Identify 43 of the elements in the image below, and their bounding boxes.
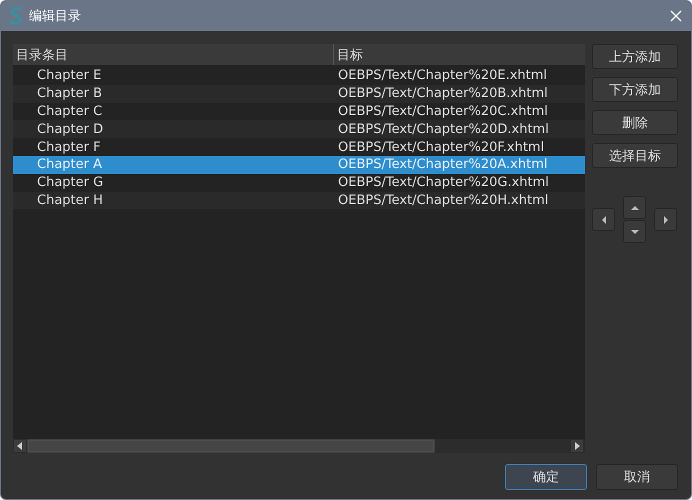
move-left-button[interactable]: [592, 208, 615, 231]
table-cell-text: Chapter D: [36, 122, 104, 137]
table-cell-text: OEBPS/Text/Chapter%20D.xhtml: [337, 122, 549, 137]
triangle-up-icon: [630, 204, 640, 212]
close-icon[interactable]: [669, 9, 683, 23]
table-row[interactable]: Chapter B OEBPS/Text/Chapter%20B.xhtml: [13, 84, 585, 103]
side-button[interactable]: 选择目标: [592, 143, 678, 168]
table-cell-text: Chapter C: [36, 104, 104, 119]
table-cell-text: Chapter H: [36, 192, 104, 208]
table-row[interactable]: Chapter C OEBPS/Text/Chapter%20C.xhtml: [13, 102, 585, 120]
table-cell-text: OEBPS/Text/Chapter%20C.xhtml: [337, 104, 548, 119]
side-button[interactable]: 上方添加: [592, 44, 678, 69]
table-cell-text: OEBPS/Text/Chapter%20G.xhtml: [337, 175, 549, 190]
table-cell-text: Chapter F: [36, 140, 102, 155]
table-row[interactable]: Chapter G OEBPS/Text/Chapter%20G.xhtml: [13, 174, 585, 192]
triangle-down-icon: [630, 228, 640, 236]
app-logo-icon: [9, 7, 23, 25]
column-header[interactable]: 目标: [334, 44, 585, 65]
table-row[interactable]: Chapter H OEBPS/Text/Chapter%20H.xhtml: [13, 192, 585, 210]
table-cell-text: OEBPS/Text/Chapter%20E.xhtml: [337, 68, 548, 84]
horizontal-scrollbar[interactable]: [13, 439, 585, 453]
side-button[interactable]: 删除: [592, 110, 678, 135]
table-row[interactable]: Chapter F OEBPS/Text/Chapter%20F.xhtml: [13, 138, 585, 156]
triangle-right-icon: [662, 214, 670, 224]
table-cell-text: Chapter A: [36, 157, 103, 172]
move-right-button[interactable]: [654, 208, 677, 231]
move-up-button[interactable]: [623, 196, 646, 219]
table-cell-text: OEBPS/Text/Chapter%20A.xhtml: [337, 157, 548, 172]
cancel-button[interactable]: 取消: [596, 464, 678, 490]
table-row[interactable]: Chapter D OEBPS/Text/Chapter%20D.xhtml: [13, 120, 585, 138]
side-button[interactable]: 下方添加: [592, 77, 678, 102]
table-cell-text: Chapter B: [36, 86, 104, 102]
table-cell-text: Chapter E: [36, 68, 102, 84]
column-header[interactable]: 目录条目: [13, 44, 334, 65]
ok-button[interactable]: 确定: [505, 464, 587, 490]
table-row[interactable]: Chapter E OEBPS/Text/Chapter%20E.xhtml: [13, 67, 585, 85]
table-cell-text: Chapter G: [36, 175, 104, 190]
table-cell-text: OEBPS/Text/Chapter%20H.xhtml: [337, 192, 548, 208]
window-title: 编辑目录: [29, 8, 82, 25]
table-cell-text: OEBPS/Text/Chapter%20B.xhtml: [337, 86, 548, 102]
triangle-left-icon: [600, 214, 608, 224]
move-down-button[interactable]: [623, 220, 646, 243]
table-cell-text: OEBPS/Text/Chapter%20F.xhtml: [337, 140, 544, 155]
